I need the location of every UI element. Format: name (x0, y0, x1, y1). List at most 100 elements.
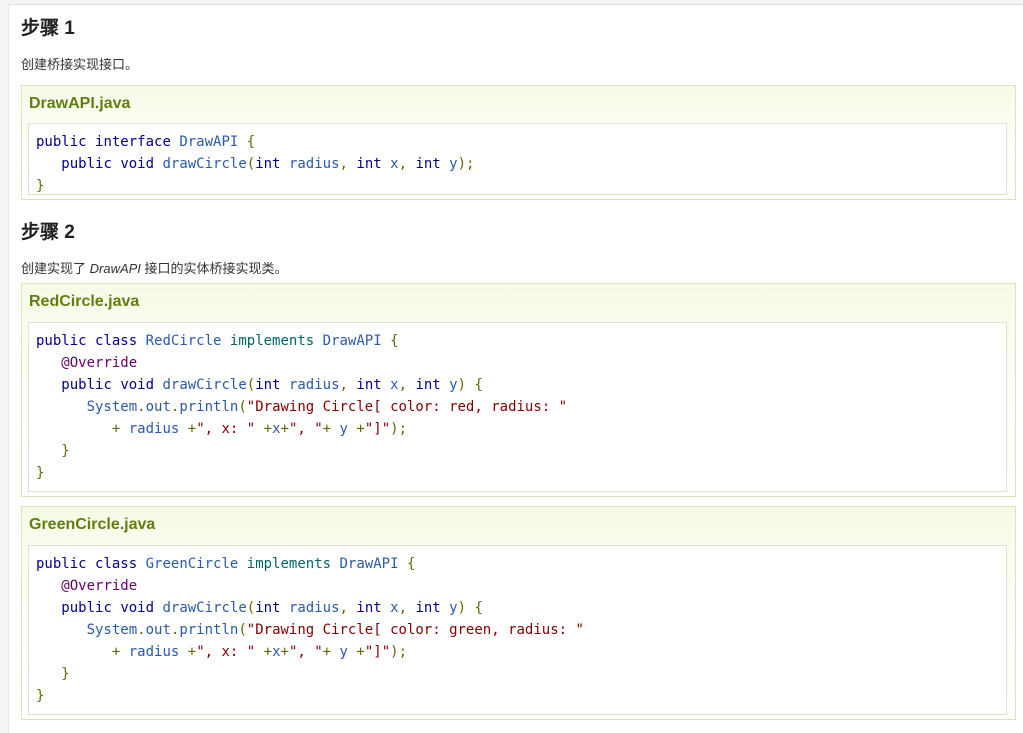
code-token: RedCircle (145, 333, 222, 349)
code-token: . (137, 622, 146, 638)
code-token: "]" (364, 644, 391, 660)
step-2-desc-interface-name: DrawAPI (89, 261, 141, 276)
code-token: + (187, 421, 197, 437)
code-line: } (36, 175, 1006, 197)
code-token: public (36, 556, 87, 572)
code-line: public class GreenCircle implements Draw… (36, 553, 1006, 575)
code-token: + (263, 421, 273, 437)
code-token: public (61, 377, 112, 393)
code-token: ); (390, 421, 408, 437)
code-token: + (356, 644, 365, 660)
code-token: x (272, 421, 281, 437)
code-token: out (145, 399, 171, 415)
code-token: void (120, 377, 155, 393)
code-token: ( (238, 399, 247, 415)
code-token: public (61, 600, 112, 616)
code-line: } (36, 462, 1006, 484)
code-token: int (415, 377, 441, 393)
code-token: int (415, 156, 441, 172)
code-token: ( (246, 377, 256, 393)
code-line: public void drawCircle(int radius, int x… (36, 153, 1006, 175)
code-token: out (145, 622, 171, 638)
code-token: ( (246, 600, 256, 616)
code-token: ", " (288, 421, 323, 437)
code-token: int (356, 156, 382, 172)
step-1-description: 创建桥接实现接口。 (21, 57, 139, 72)
code-token: { (246, 134, 256, 150)
code-token: int (356, 377, 382, 393)
code-block[interactable]: public class RedCircle implements DrawAP… (28, 322, 1007, 492)
code-token: x (390, 600, 399, 616)
code-token: interface (95, 134, 171, 150)
code-token: "Drawing Circle[ color: red, radius: " (246, 399, 568, 415)
code-token: "Drawing Circle[ color: green, radius: " (246, 622, 584, 638)
code-token: DrawAPI (322, 333, 382, 349)
code-example-greencircle: GreenCircle.java public class GreenCircl… (21, 506, 1016, 720)
step-2-heading: 步骤 2 (21, 222, 75, 243)
code-token: , (398, 156, 407, 172)
code-token: println (179, 399, 239, 415)
code-token: implements (229, 333, 315, 349)
code-line: @Override (36, 352, 1006, 374)
code-block[interactable]: public interface DrawAPI { public void d… (28, 123, 1007, 195)
code-line: System.out.println("Drawing Circle[ colo… (36, 619, 1006, 641)
code-token: ( (238, 622, 247, 638)
code-token: public (61, 156, 112, 172)
code-token: int (356, 600, 382, 616)
code-token: void (120, 600, 155, 616)
code-token: { (474, 600, 483, 616)
code-line: public void drawCircle(int radius, int x… (36, 597, 1006, 619)
code-line: + radius +", x: " +x+", "+ y +"]"); (36, 418, 1006, 440)
code-token: DrawAPI (339, 556, 399, 572)
code-token: } (36, 465, 45, 481)
code-token: ) (457, 377, 467, 393)
step-2-description: 创建实现了 DrawAPI 接口的实体桥接实现类。 (21, 258, 288, 277)
code-token: radius (128, 644, 180, 660)
code-token: println (179, 622, 239, 638)
code-token: , (339, 377, 348, 393)
code-line: public class RedCircle implements DrawAP… (36, 330, 1006, 352)
code-token: int (255, 600, 281, 616)
code-token: ); (390, 644, 408, 660)
code-token: } (61, 443, 70, 459)
code-token: + (280, 421, 289, 437)
code-token: public (36, 333, 87, 349)
code-file-title: DrawAPI.java (29, 95, 131, 112)
code-token: + (322, 421, 332, 437)
code-token: drawCircle (162, 377, 247, 393)
code-token: ", x: " (196, 644, 256, 660)
code-token: { (390, 333, 399, 349)
code-token: int (255, 377, 281, 393)
code-example-drawapi: DrawAPI.java public interface DrawAPI { … (21, 85, 1016, 200)
code-token: y (449, 600, 458, 616)
code-token: , (398, 377, 407, 393)
code-token: GreenCircle (145, 556, 239, 572)
code-block[interactable]: public class GreenCircle implements Draw… (28, 545, 1007, 715)
step-2-desc-after: 接口的实体桥接实现类。 (140, 261, 288, 276)
code-token: radius (128, 421, 180, 437)
article-content: 步骤 1 创建桥接实现接口。 DrawAPI.java public inter… (8, 4, 1023, 733)
code-token: + (263, 644, 273, 660)
code-token: + (356, 421, 365, 437)
code-line: } (36, 440, 1006, 462)
